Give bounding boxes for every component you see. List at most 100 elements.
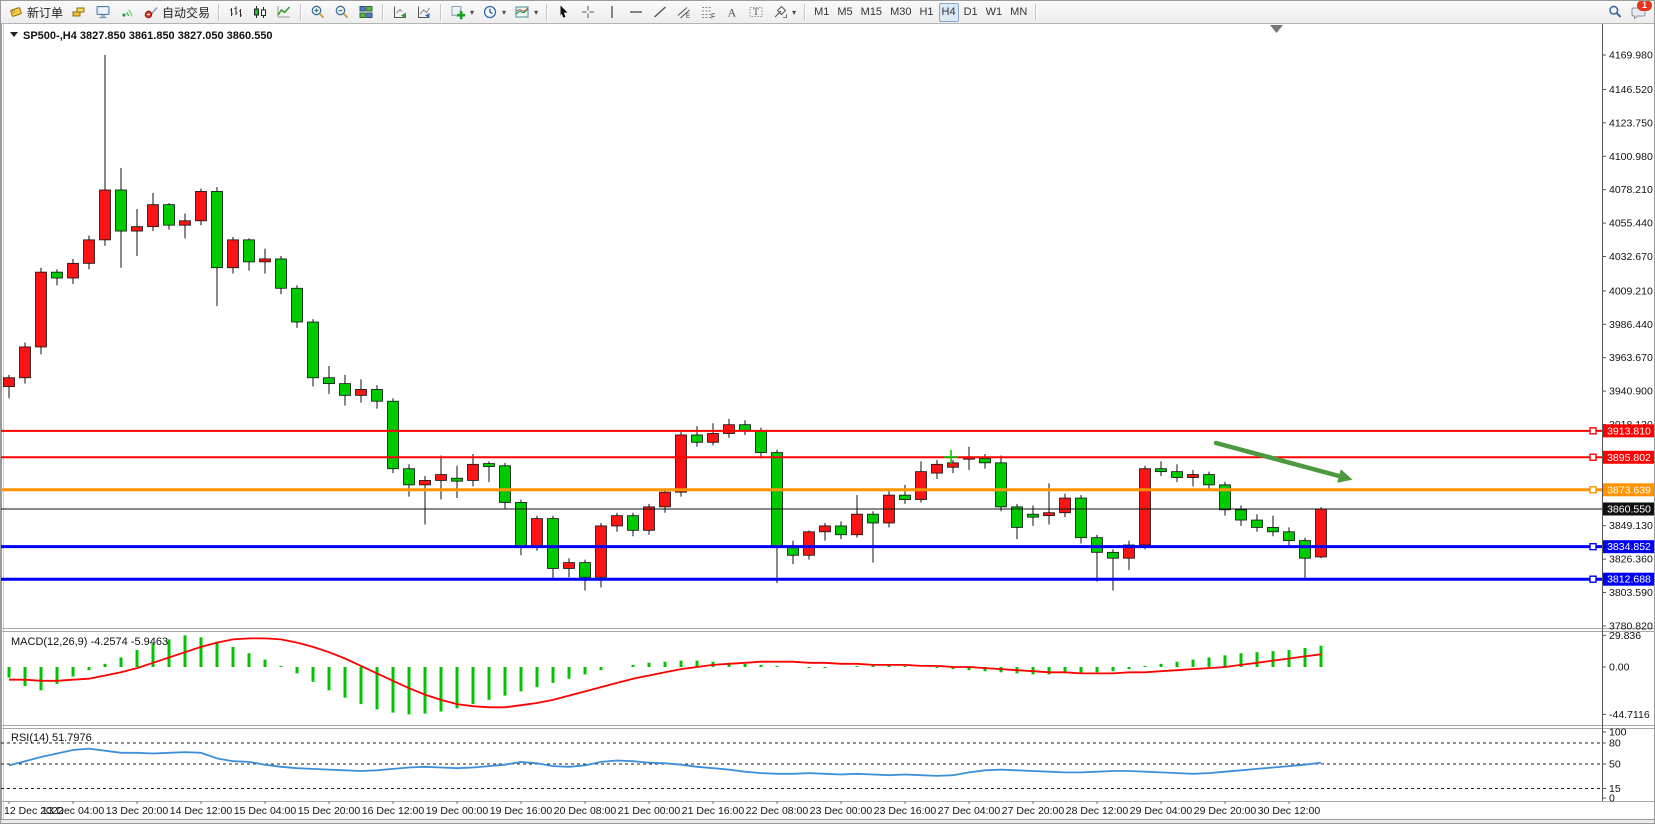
signals-button[interactable] — [116, 3, 138, 22]
new-order-button[interactable]: 新订单 — [5, 3, 66, 22]
tf-mn[interactable]: MN — [1007, 3, 1030, 22]
svg-text:4100.980: 4100.980 — [1609, 151, 1653, 163]
notifications-button[interactable]: 1 — [1628, 3, 1650, 22]
svg-text:21 Dec 00:00: 21 Dec 00:00 — [618, 805, 681, 817]
indicator-icon — [450, 4, 466, 20]
vline-icon — [604, 4, 620, 20]
svg-text:21 Dec 16:00: 21 Dec 16:00 — [682, 805, 745, 817]
svg-text:4169.980: 4169.980 — [1609, 50, 1653, 62]
bars-chart-button[interactable] — [225, 3, 247, 22]
sep6 — [804, 4, 806, 21]
shapes-button[interactable]: ▾ — [769, 3, 799, 22]
macd-label: MACD(12,26,9) -4.2574 -5.9463 — [11, 636, 168, 648]
signal-icon — [119, 4, 135, 20]
tag-icon — [8, 4, 24, 20]
tf-m5[interactable]: M5 — [834, 3, 855, 22]
trendline-button[interactable] — [649, 3, 671, 22]
zoomin-icon — [310, 4, 326, 20]
main-toolbar: 新订单自动交易▾▾▾▾M1M5M15M30H1H4D1W1MN 1 — [1, 1, 1654, 24]
sep7 — [1035, 4, 1037, 21]
tf-m15-label: M15 — [861, 6, 882, 18]
svg-text:3940.900: 3940.900 — [1609, 386, 1653, 398]
tf-h4-label: H4 — [942, 6, 956, 18]
channel-icon — [676, 4, 692, 20]
indicators-button[interactable]: ▾ — [447, 3, 477, 22]
label-icon — [748, 4, 764, 20]
resistance-2-price-badge: 3895.802 — [1603, 451, 1655, 464]
svg-text:29 Dec 20:00: 29 Dec 20:00 — [1194, 805, 1257, 817]
tf-d1[interactable]: D1 — [961, 3, 981, 22]
tline-icon — [652, 4, 668, 20]
autotrade-button[interactable]: 自动交易 — [140, 3, 213, 22]
fibo-icon — [700, 4, 716, 20]
label-button[interactable] — [745, 3, 767, 22]
tf-mn-label: MN — [1010, 6, 1027, 18]
tf-m30[interactable]: M30 — [887, 3, 914, 22]
gold-icon — [71, 4, 87, 20]
svg-text:4146.520: 4146.520 — [1609, 84, 1653, 96]
svg-text:19 Dec 16:00: 19 Dec 16:00 — [490, 805, 553, 817]
mt4-window: E F A T 新订单自动交易▾▾▾▾M1M5M15M30H1H4D1W1MN … — [0, 0, 1655, 824]
svg-text:29.836: 29.836 — [1609, 630, 1641, 642]
svg-text:0: 0 — [1609, 793, 1615, 805]
linechart-icon — [276, 4, 292, 20]
autotrade-icon — [143, 4, 159, 20]
chart-title: SP500-,H4 3827.850 3861.850 3827.050 386… — [10, 30, 273, 42]
cursor-button[interactable] — [553, 3, 575, 22]
zoom-out-button[interactable] — [331, 3, 353, 22]
channel-button[interactable] — [673, 3, 695, 22]
svg-text:23 Dec 16:00: 23 Dec 16:00 — [874, 805, 937, 817]
text-button[interactable] — [721, 3, 743, 22]
chart-window: 4169.9804146.5204123.7504100.9804078.210… — [1, 23, 1655, 824]
svg-text:3849.130: 3849.130 — [1609, 520, 1653, 532]
shapes-icon — [772, 4, 788, 20]
pivot-orange-price-badge: 3873.639 — [1603, 483, 1655, 496]
terminal-icon — [95, 4, 111, 20]
new-order-button-label: 新订单 — [27, 4, 63, 21]
hline-button[interactable] — [625, 3, 647, 22]
svg-text:3834.852: 3834.852 — [1607, 541, 1651, 553]
svg-text:13 Dec 04:00: 13 Dec 04:00 — [42, 805, 105, 817]
shiftb-icon — [416, 4, 432, 20]
svg-text:4055.440: 4055.440 — [1609, 218, 1653, 230]
search-button[interactable] — [1604, 3, 1626, 22]
hline-icon — [628, 4, 644, 20]
svg-text:3812.688: 3812.688 — [1607, 574, 1651, 586]
price-chart[interactable]: 4169.9804146.5204123.7504100.9804078.210… — [1, 23, 1655, 824]
tf-h4[interactable]: H4 — [939, 3, 959, 22]
svg-text:SP500-,H4 3827.850 3861.850 3: SP500-,H4 3827.850 3861.850 3827.050 386… — [23, 30, 273, 42]
candles-icon — [252, 4, 268, 20]
chart-shift-button[interactable] — [413, 3, 435, 22]
tile-windows-button[interactable] — [355, 3, 377, 22]
market-watch-button[interactable] — [68, 3, 90, 22]
tf-m1[interactable]: M1 — [811, 3, 832, 22]
crosshair-icon — [580, 4, 596, 20]
svg-text:4078.210: 4078.210 — [1609, 184, 1653, 196]
svg-text:27 Dec 04:00: 27 Dec 04:00 — [938, 805, 1001, 817]
tf-m15[interactable]: M15 — [858, 3, 885, 22]
svg-text:13 Dec 20:00: 13 Dec 20:00 — [106, 805, 169, 817]
svg-text:3986.440: 3986.440 — [1609, 319, 1653, 331]
terminal-button[interactable] — [92, 3, 114, 22]
svg-text:0.00: 0.00 — [1609, 662, 1630, 674]
templates-button[interactable]: ▾ — [511, 3, 541, 22]
fibonacci-button[interactable] — [697, 3, 719, 22]
svg-text:20 Dec 08:00: 20 Dec 08:00 — [554, 805, 617, 817]
crosshair-button[interactable] — [577, 3, 599, 22]
periods-button[interactable]: ▾ — [479, 3, 509, 22]
autotrade-button-label: 自动交易 — [162, 4, 210, 21]
tf-h1[interactable]: H1 — [916, 3, 936, 22]
resistance-1-price-badge: 3913.810 — [1603, 424, 1655, 437]
zoom-in-button[interactable] — [307, 3, 329, 22]
candles-chart-button[interactable] — [249, 3, 271, 22]
svg-text:4032.670: 4032.670 — [1609, 251, 1653, 263]
tf-m1-label: M1 — [814, 6, 829, 18]
tf-w1-label: W1 — [986, 6, 1003, 18]
tf-w1[interactable]: W1 — [983, 3, 1006, 22]
line-chart-button[interactable] — [273, 3, 295, 22]
svg-text:27 Dec 20:00: 27 Dec 20:00 — [1002, 805, 1065, 817]
vline-button[interactable] — [601, 3, 623, 22]
auto-scroll-button[interactable] — [389, 3, 411, 22]
zoomout-icon — [334, 4, 350, 20]
chevron-down-icon: ▾ — [792, 8, 796, 17]
